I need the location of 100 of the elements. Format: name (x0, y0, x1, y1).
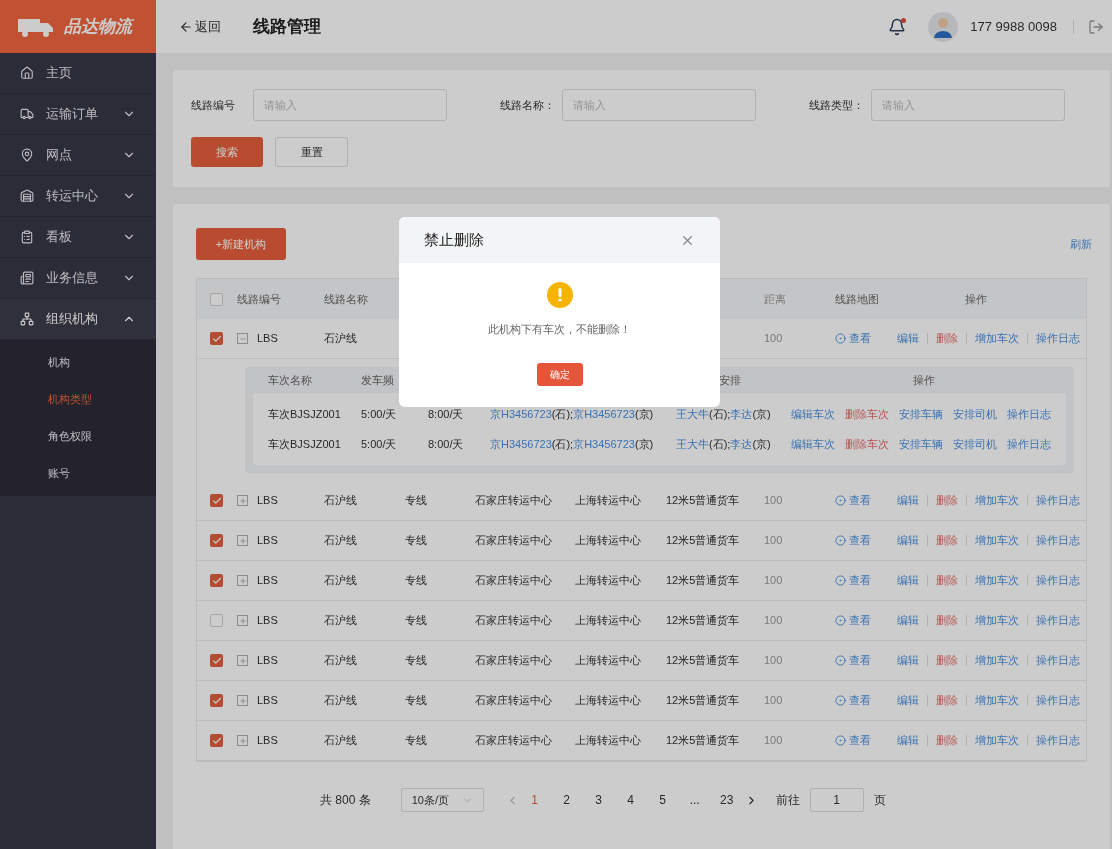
new-button[interactable]: +新建机构 (196, 228, 286, 260)
expand-icon[interactable] (237, 615, 248, 626)
action-link[interactable]: 删除 (936, 330, 958, 347)
table-cell-text: 专线 (405, 733, 428, 749)
action-link[interactable]: 删除 (936, 612, 958, 629)
map-link[interactable]: 查看 (849, 572, 871, 589)
action-link[interactable]: 增加车次 (975, 572, 1019, 589)
action-link[interactable]: 编辑 (897, 692, 919, 709)
action-link[interactable]: 增加车次 (975, 692, 1019, 709)
action-link[interactable]: 删除 (936, 652, 958, 669)
driver-link[interactable]: 李达 (730, 435, 753, 453)
expand-icon[interactable] (237, 655, 248, 666)
map-link[interactable]: 查看 (849, 732, 871, 749)
action-link[interactable]: 编辑车次 (791, 405, 835, 423)
action-link[interactable]: 安排司机 (953, 435, 997, 453)
action-link[interactable]: 编辑 (897, 330, 919, 347)
expand-icon[interactable] (237, 695, 248, 706)
checkbox[interactable] (210, 694, 223, 707)
action-link[interactable]: 操作日志 (1007, 435, 1051, 453)
refresh-link[interactable]: 刷新 (1070, 235, 1092, 253)
driver-link[interactable]: 李达 (730, 405, 753, 423)
page-number[interactable]: 4 (614, 791, 647, 809)
expand-icon[interactable] (237, 495, 248, 506)
action-link[interactable]: 增加车次 (975, 732, 1019, 749)
action-link[interactable]: 操作日志 (1036, 692, 1080, 709)
action-link[interactable]: 操作日志 (1007, 405, 1051, 423)
checkbox[interactable] (210, 292, 223, 306)
checkbox[interactable] (210, 494, 223, 507)
page-number[interactable]: 3 (582, 791, 615, 809)
action-link[interactable]: 删除 (936, 572, 958, 589)
action-link[interactable]: 增加车次 (975, 652, 1019, 669)
expand-icon[interactable] (237, 735, 248, 746)
action-link[interactable]: 操作日志 (1036, 492, 1080, 509)
action-link[interactable]: 编辑 (897, 732, 919, 749)
action-link[interactable]: 操作日志 (1036, 652, 1080, 669)
table-cell-text: 石家庄转运中心 (475, 653, 553, 669)
submenu-item[interactable]: 角色权限 (0, 418, 156, 455)
action-link[interactable]: 编辑 (897, 652, 919, 669)
action-link[interactable]: 增加车次 (975, 532, 1019, 549)
expand-icon[interactable] (237, 535, 248, 546)
action-link[interactable]: 操作日志 (1036, 572, 1080, 589)
action-link[interactable]: 操作日志 (1036, 732, 1080, 749)
page-size-select[interactable]: 10条/页 (400, 788, 484, 812)
checkbox[interactable] (210, 534, 223, 547)
action-link[interactable]: 安排车辆 (899, 405, 943, 423)
confirm-button[interactable]: 确定 (536, 362, 583, 386)
page-number[interactable]: 23 (710, 791, 743, 809)
plate-link[interactable]: 京H3456723 (490, 405, 552, 423)
driver-link[interactable]: 王大牛 (676, 405, 709, 423)
checkbox[interactable] (210, 734, 223, 747)
page-input[interactable]: 1 (809, 788, 864, 812)
checkbox[interactable] (210, 654, 223, 667)
action-link[interactable]: 操作日志 (1036, 532, 1080, 549)
map-link[interactable]: 查看 (849, 652, 871, 669)
submenu-item[interactable]: 机构 (0, 344, 156, 381)
back-link[interactable]: 返回 (179, 16, 221, 37)
action-link[interactable]: 删除 (936, 692, 958, 709)
action-link[interactable]: 操作日志 (1036, 330, 1080, 347)
map-link[interactable]: 查看 (849, 692, 871, 709)
plate-link[interactable]: 京H3456723 (573, 435, 635, 453)
action-link[interactable]: 增加车次 (975, 612, 1019, 629)
action-link[interactable]: 编辑 (897, 612, 919, 629)
action-link[interactable]: 删除 (936, 532, 958, 549)
table-cell-text: LBS (257, 331, 279, 347)
submenu-item[interactable]: 机构类型 (0, 381, 156, 418)
bell-icon[interactable] (888, 17, 907, 36)
plate-link[interactable]: 京H3456723 (490, 435, 552, 453)
table-cell-text: 石沪线 (324, 613, 358, 629)
logout-icon[interactable] (1088, 18, 1104, 35)
action-link[interactable]: 增加车次 (975, 330, 1019, 347)
action-link[interactable]: 编辑 (897, 492, 919, 509)
checkbox[interactable] (210, 614, 223, 627)
collapse-icon[interactable] (237, 333, 248, 344)
checkbox[interactable] (210, 574, 223, 587)
action-link[interactable]: 编辑 (897, 532, 919, 549)
reset-button[interactable]: 重置 (275, 137, 348, 167)
action-link[interactable]: 安排司机 (953, 405, 997, 423)
map-link[interactable]: 查看 (849, 492, 871, 509)
page-number[interactable]: 2 (550, 791, 583, 809)
driver-link[interactable]: 王大牛 (676, 435, 709, 453)
action-link[interactable]: 删除车次 (845, 435, 889, 453)
action-link[interactable]: 安排车辆 (899, 435, 943, 453)
map-link[interactable]: 查看 (849, 612, 871, 629)
action-link[interactable]: 编辑 (897, 572, 919, 589)
action-link[interactable]: 操作日志 (1036, 612, 1080, 629)
action-link[interactable]: 删除 (936, 492, 958, 509)
checkbox[interactable] (210, 332, 223, 345)
action-link[interactable]: 删除 (936, 732, 958, 749)
page-number[interactable]: 1 (518, 791, 551, 809)
action-link[interactable]: 增加车次 (975, 492, 1019, 509)
submenu-item[interactable]: 账号 (0, 455, 156, 492)
page-number[interactable]: ... (678, 791, 711, 809)
expand-icon[interactable] (237, 575, 248, 586)
map-link[interactable]: 查看 (849, 532, 871, 549)
action-link[interactable]: 编辑车次 (791, 435, 835, 453)
page-number[interactable]: 5 (646, 791, 679, 809)
map-link[interactable]: 查看 (849, 330, 871, 347)
action-link[interactable]: 删除车次 (845, 405, 889, 423)
search-button[interactable]: 搜索 (191, 137, 263, 167)
plate-link[interactable]: 京H3456723 (573, 405, 635, 423)
